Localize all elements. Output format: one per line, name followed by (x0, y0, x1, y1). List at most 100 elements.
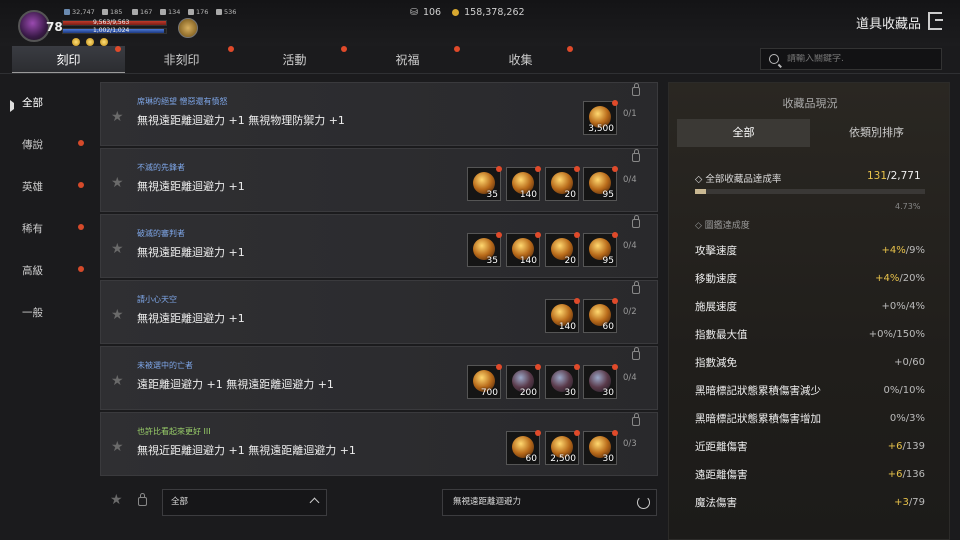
exit-icon[interactable] (928, 12, 943, 30)
star-icon[interactable]: ★ (111, 307, 124, 323)
tab-collect[interactable]: 收集 (464, 46, 577, 74)
notification-dot (78, 224, 84, 230)
collection-progress: 0/1 (623, 109, 637, 119)
item-slot[interactable]: 140 (506, 232, 541, 267)
effect-filter-field[interactable]: 無視遠距離迴避力 (442, 489, 657, 516)
panel-tab-by-category[interactable]: 依類別排序 (810, 119, 943, 147)
sidebar-item-common[interactable]: 一般 (0, 292, 95, 334)
gold-icon (452, 9, 460, 16)
item-quantity: 2,500 (550, 454, 576, 464)
item-slot[interactable]: 60 (583, 298, 618, 333)
lock-icon[interactable] (632, 149, 640, 162)
item-slot[interactable]: 95 (583, 166, 618, 201)
item-slot[interactable]: 30 (545, 364, 580, 399)
item-slot[interactable]: 60 (506, 430, 541, 465)
search-icon (769, 54, 779, 64)
tab-non-engraved[interactable]: 非刻印 (125, 46, 238, 74)
item-slot[interactable]: 95 (583, 232, 618, 267)
collection-effect: 無視遠距離迴避力 +1 (137, 180, 245, 193)
star-icon[interactable]: ★ (111, 241, 124, 257)
stat-row: 施展速度 +0%/4% (695, 300, 925, 313)
favorites-star-icon[interactable]: ★ (110, 492, 123, 508)
lock-filter-icon[interactable] (138, 493, 147, 506)
stat-list: 攻擊速度 +4%/9% 移動速度 +4%/20% 施展速度 +0%/4% 指數最大值 +… (695, 236, 925, 516)
completion-value: 131/2,771 (867, 170, 921, 182)
item-quantity: 30 (564, 388, 576, 398)
notification-dot (78, 266, 84, 272)
lock-icon[interactable] (632, 83, 640, 96)
filter-bar: ★ 全部 無視遠距離迴避力 (100, 484, 658, 520)
panel-tab-all[interactable]: 全部 (677, 119, 810, 147)
buff-orb (100, 38, 108, 46)
collection-card[interactable]: ★ 破滅的審判者 無視遠距離迴避力 +1 35 140 20 95 0/4 (100, 214, 658, 278)
collection-name: 未被選中的亡者 (137, 361, 193, 370)
item-slot[interactable]: 30 (583, 430, 618, 465)
collection-name: 席琳的絕望 憎惡還有憤怒 (137, 97, 228, 106)
search-box[interactable] (760, 48, 942, 70)
star-icon[interactable]: ★ (111, 439, 124, 455)
sidebar-item-heroic[interactable]: 英雄 (0, 166, 95, 208)
item-slot[interactable]: 20 (545, 166, 580, 201)
sidebar-item-all[interactable]: 全部 (0, 82, 95, 124)
collection-effect: 無視近距離迴避力 +1 無視遠距離迴避力 +1 (137, 444, 356, 457)
item-slot[interactable]: 200 (506, 364, 541, 399)
refresh-icon[interactable] (637, 496, 650, 509)
item-quantity: 60 (602, 322, 614, 332)
collection-list: ★ 席琳的絕望 憎惡還有憤怒 無視遠距離迴避力 +1 無視物理防禦力 +1 3,… (100, 82, 658, 480)
buff-orb (86, 38, 94, 46)
notification-dot (574, 232, 580, 238)
star-icon[interactable]: ★ (111, 175, 124, 191)
collection-effect: 無視遠距離迴避力 +1 (137, 246, 245, 259)
collection-card[interactable]: ★ 請小心天空 無視遠距離迴避力 +1 140 60 0/2 (100, 280, 658, 344)
star-icon[interactable]: ★ (111, 109, 124, 125)
sidebar-item-legendary[interactable]: 傳說 (0, 124, 95, 166)
collection-card[interactable]: ★ 不滅的先鋒者 無視遠距離迴避力 +1 35 140 20 95 0/4 (100, 148, 658, 212)
completion-bar (695, 189, 925, 194)
item-quantity: 3,500 (588, 124, 614, 134)
item-slot[interactable]: 3,500 (583, 100, 618, 135)
lock-icon[interactable] (632, 215, 640, 228)
tab-blessing[interactable]: 祝福 (351, 46, 464, 74)
item-slot[interactable]: 35 (467, 232, 502, 267)
notification-dot (612, 430, 618, 436)
item-slot[interactable]: 140 (506, 166, 541, 201)
collection-progress: 0/3 (623, 439, 637, 449)
collection-progress: 0/2 (623, 307, 637, 317)
item-slot[interactable]: 140 (545, 298, 580, 333)
collection-card[interactable]: ★ 未被選中的亡者 遠距離迴避力 +1 無視遠距離迴避力 +1 700 200 … (100, 346, 658, 410)
collection-status-panel: 收藏品現況 全部 依類別排序 ◇ 全部收藏品達成率 131/2,771 4.73… (668, 82, 950, 540)
item-quantity: 95 (602, 190, 614, 200)
stat-row: 攻擊速度 +4%/9% (695, 244, 925, 257)
sidebar-item-advanced[interactable]: 高級 (0, 250, 95, 292)
collection-card[interactable]: ★ 也許比看起來更好 III 無視近距離迴避力 +1 無視遠距離迴避力 +1 6… (100, 412, 658, 476)
collection-name: 請小心天空 (137, 295, 177, 304)
lock-icon[interactable] (632, 347, 640, 360)
lock-icon[interactable] (632, 413, 640, 426)
notification-dot (341, 46, 347, 52)
lock-icon[interactable] (632, 281, 640, 294)
effect-filter-value: 無視遠距離迴避力 (453, 497, 522, 507)
notification-dot (574, 298, 580, 304)
tab-event[interactable]: 活動 (238, 46, 351, 74)
tab-engraved[interactable]: 刻印 (12, 46, 125, 74)
item-quantity: 140 (558, 322, 576, 332)
item-quantity: 20 (564, 190, 576, 200)
silver-amount: 106 (422, 7, 442, 18)
stat-attack: 185 (102, 8, 122, 16)
item-quantity: 95 (602, 256, 614, 266)
item-slot[interactable]: 35 (467, 166, 502, 201)
search-input[interactable] (787, 54, 927, 64)
collection-name: 也許比看起來更好 III (137, 427, 211, 436)
guild-emblem-icon[interactable] (178, 18, 198, 38)
star-icon[interactable]: ★ (111, 373, 124, 389)
item-quantity: 200 (519, 388, 537, 398)
item-slot[interactable]: 30 (583, 364, 618, 399)
item-slot[interactable]: 700 (467, 364, 502, 399)
sidebar-item-rare[interactable]: 稀有 (0, 208, 95, 250)
completion-percent: 4.73% (895, 202, 921, 211)
item-slot[interactable]: 2,500 (545, 430, 580, 465)
page-title: 道具收藏品 (856, 17, 922, 32)
collection-card[interactable]: ★ 席琳的絕望 憎惡還有憤怒 無視遠距離迴避力 +1 無視物理防禦力 +1 3,… (100, 82, 658, 146)
category-dropdown[interactable]: 全部 (162, 489, 327, 516)
item-slot[interactable]: 20 (545, 232, 580, 267)
